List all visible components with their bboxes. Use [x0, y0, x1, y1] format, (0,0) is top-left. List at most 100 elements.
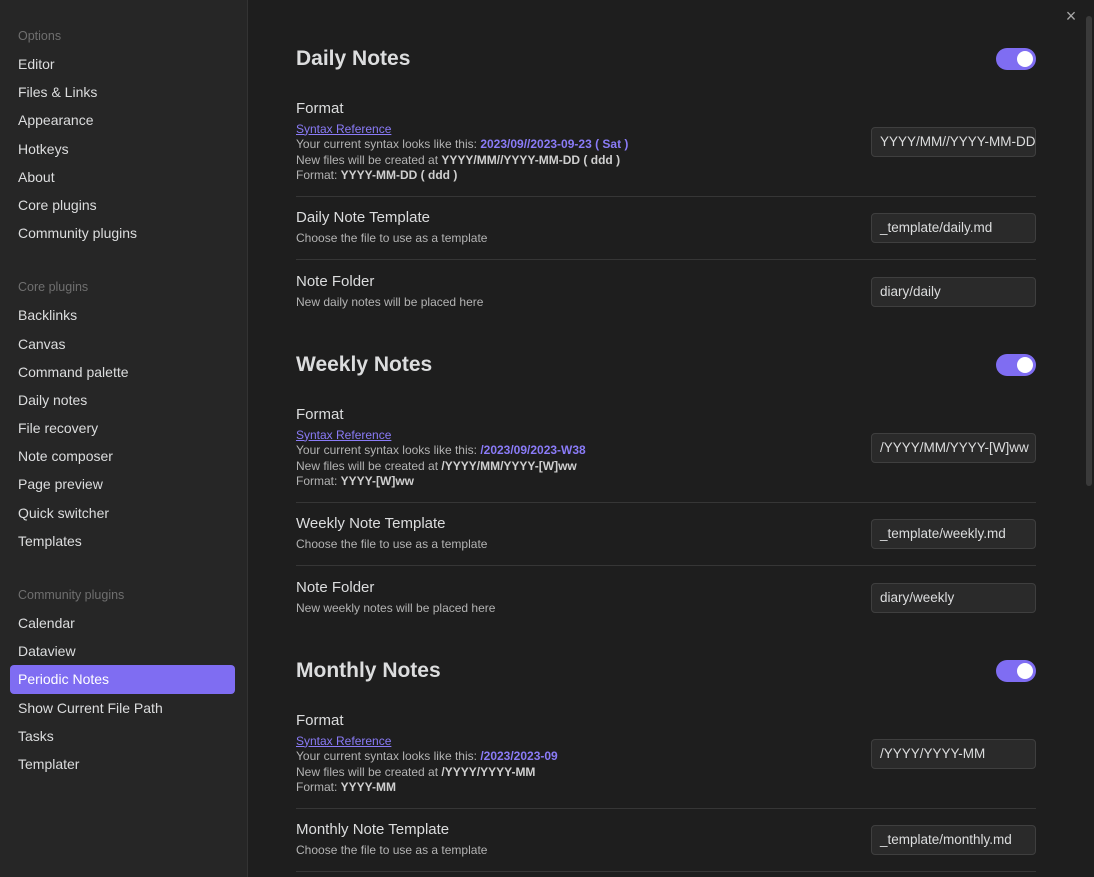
setting-info: Weekly Note Template Choose the file to … [296, 515, 871, 553]
daily-notes-title: Daily Notes [296, 47, 411, 70]
sidebar-item-tasks[interactable]: Tasks [10, 722, 235, 750]
new-files-value: /YYYY/MM/YYYY-[W]ww [441, 458, 577, 473]
community-plugins-group: Community plugins Calendar Dataview Peri… [0, 581, 247, 778]
daily-folder-input[interactable]: diary/daily [871, 276, 1036, 307]
setting-description: Choose the file to use as a template [296, 537, 488, 552]
new-files-value: YYYY/MM//YYYY-MM-DD ( ddd ) [441, 152, 621, 167]
sidebar-item-page-preview[interactable]: Page preview [10, 470, 235, 498]
sidebar-item-templates[interactable]: Templates [10, 527, 235, 555]
daily-template-setting: Daily Note Template Choose the file to u… [296, 197, 1036, 260]
weekly-notes-title: Weekly Notes [296, 353, 433, 376]
sidebar-item-backlinks[interactable]: Backlinks [10, 301, 235, 329]
sidebar-item-show-current-file-path[interactable]: Show Current File Path [10, 694, 235, 722]
new-files-label: New files will be created at [296, 458, 442, 473]
setting-name: Format [296, 99, 344, 117]
setting-description: New daily notes will be placed here [296, 294, 484, 309]
setting-description: Choose the file to use as a template [296, 843, 488, 858]
sidebar-item-calendar[interactable]: Calendar [10, 609, 235, 637]
current-syntax-value: /2023/09/2023-W38 [480, 443, 586, 457]
sidebar-item-dataview[interactable]: Dataview [10, 637, 235, 665]
setting-name: Weekly Note Template [296, 515, 446, 533]
format-label: Format: [296, 780, 341, 794]
weekly-template-input[interactable]: _template/weekly.md [871, 519, 1036, 549]
setting-name: Format [296, 405, 344, 423]
daily-notes-header: Daily Notes [296, 37, 1036, 81]
setting-name: Format [296, 711, 344, 729]
sidebar-item-file-recovery[interactable]: File recovery [10, 414, 235, 442]
sidebar-item-about[interactable]: About [10, 163, 235, 191]
weekly-notes-toggle[interactable] [996, 354, 1036, 376]
syntax-reference-link[interactable]: Syntax Reference [296, 428, 391, 442]
weekly-format-input[interactable]: /YYYY/MM/YYYY-[W]ww [871, 432, 1036, 463]
core-plugins-heading: Core plugins [18, 280, 89, 295]
new-files-value: /YYYY/YYYY-MM [441, 764, 536, 779]
format-label: Format: [296, 474, 341, 488]
daily-template-input[interactable]: _template/daily.md [871, 213, 1036, 243]
sidebar-item-files-links[interactable]: Files & Links [10, 78, 235, 106]
sidebar-item-templater[interactable]: Templater [10, 750, 235, 778]
monthly-template-input[interactable]: _template/monthly.md [871, 825, 1036, 855]
syntax-reference-link[interactable]: Syntax Reference [296, 734, 391, 748]
setting-description: Choose the file to use as a template [296, 231, 488, 246]
format-label: Format: [296, 168, 341, 182]
monthly-notes-toggle[interactable] [996, 660, 1036, 682]
close-icon[interactable]: × [1062, 7, 1080, 25]
toggle-knob [1017, 663, 1033, 679]
sidebar-item-daily-notes[interactable]: Daily notes [10, 386, 235, 414]
current-syntax-value: /2023/2023-09 [480, 749, 558, 763]
syntax-reference-link[interactable]: Syntax Reference [296, 122, 391, 136]
monthly-format-setting: Format Syntax Reference Your current syn… [296, 693, 1036, 809]
setting-name: Note Folder [296, 578, 375, 596]
setting-info: Format Syntax Reference Your current syn… [296, 100, 871, 184]
new-files-label: New files will be created at [296, 152, 442, 167]
sidebar-item-canvas[interactable]: Canvas [10, 330, 235, 358]
toggle-knob [1017, 357, 1033, 373]
format-value: YYYY-[W]ww [340, 474, 415, 488]
weekly-folder-setting: Note Folder New weekly notes will be pla… [296, 566, 1036, 629]
format-value: YYYY-MM-DD ( ddd ) [340, 168, 458, 182]
sidebar-item-hotkeys[interactable]: Hotkeys [10, 135, 235, 163]
setting-info: Note Folder New daily notes will be plac… [296, 273, 871, 311]
options-group: Options Editor Files & Links Appearance … [0, 22, 247, 247]
monthly-notes-header: Monthly Notes [296, 649, 1036, 693]
sidebar-item-core-plugins[interactable]: Core plugins [10, 191, 235, 219]
monthly-format-input[interactable]: /YYYY/YYYY-MM [871, 738, 1036, 769]
sidebar-item-community-plugins[interactable]: Community plugins [10, 219, 235, 247]
settings-content: × Daily Notes Format Syntax Reference Yo… [248, 0, 1094, 877]
weekly-notes-header: Weekly Notes [296, 343, 1036, 387]
setting-description: Syntax Reference Your current syntax loo… [296, 122, 871, 184]
setting-description: Syntax Reference Your current syntax loo… [296, 428, 871, 490]
setting-info: Format Syntax Reference Your current syn… [296, 712, 871, 796]
daily-notes-toggle[interactable] [996, 48, 1036, 70]
periodic-notes-settings: Daily Notes Format Syntax Reference Your… [296, 0, 1036, 872]
options-heading: Options [18, 29, 62, 43]
setting-info: Monthly Note Template Choose the file to… [296, 821, 871, 859]
daily-folder-setting: Note Folder New daily notes will be plac… [296, 260, 1036, 323]
daily-format-input[interactable]: YYYY/MM//YYYY-MM-DD [871, 126, 1036, 157]
setting-name: Note Folder [296, 272, 375, 290]
sidebar-item-quick-switcher[interactable]: Quick switcher [10, 499, 235, 527]
community-plugins-heading: Community plugins [18, 588, 125, 602]
core-plugins-group: Core plugins Backlinks Canvas Command pa… [0, 273, 247, 555]
setting-description: Syntax Reference Your current syntax loo… [296, 734, 871, 796]
setting-info: Daily Note Template Choose the file to u… [296, 209, 871, 247]
sidebar-item-note-composer[interactable]: Note composer [10, 442, 235, 470]
setting-name: Daily Note Template [296, 209, 430, 227]
toggle-knob [1017, 51, 1033, 67]
sidebar-item-editor[interactable]: Editor [10, 50, 235, 78]
weekly-format-setting: Format Syntax Reference Your current syn… [296, 387, 1036, 503]
current-syntax-label: Your current syntax looks like this: [296, 137, 481, 151]
scrollbar[interactable] [1086, 16, 1092, 486]
sidebar-item-periodic-notes[interactable]: Periodic Notes [10, 665, 235, 694]
setting-description: New weekly notes will be placed here [296, 600, 496, 615]
weekly-template-setting: Weekly Note Template Choose the file to … [296, 503, 1036, 566]
daily-format-setting: Format Syntax Reference Your current syn… [296, 81, 1036, 197]
settings-modal: Options Editor Files & Links Appearance … [0, 0, 1094, 877]
weekly-folder-input[interactable]: diary/weekly [871, 582, 1036, 613]
sidebar-item-appearance[interactable]: Appearance [10, 106, 235, 134]
new-files-label: New files will be created at [296, 764, 442, 779]
sidebar-item-command-palette[interactable]: Command palette [10, 358, 235, 386]
setting-info: Note Folder New weekly notes will be pla… [296, 579, 871, 617]
current-syntax-label: Your current syntax looks like this: [296, 749, 481, 763]
monthly-template-setting: Monthly Note Template Choose the file to… [296, 809, 1036, 872]
